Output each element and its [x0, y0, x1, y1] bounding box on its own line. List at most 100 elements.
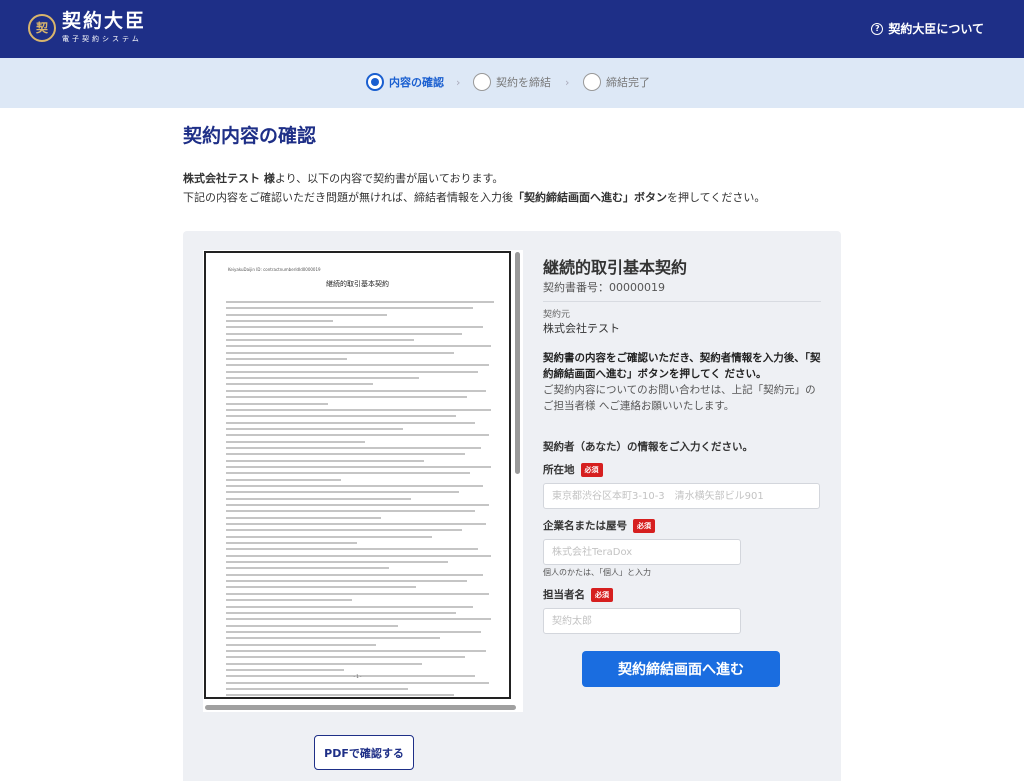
notice-text: 契約書の内容をご確認いただき、契約者情報を入力後、「契約締結画面へ進む」ボタンを…	[543, 350, 825, 414]
document-text-line	[226, 478, 342, 481]
document-text-line	[226, 326, 484, 329]
document-text-line	[226, 504, 489, 506]
document-text-line	[226, 313, 387, 316]
issuer-label: 契約元	[543, 310, 571, 320]
vertical-scrollbar[interactable]	[515, 252, 520, 474]
form-heading: 契約者（あなた）の情報をご入力ください。	[543, 441, 753, 453]
document-text-line	[226, 491, 460, 494]
step-radio-icon	[366, 73, 384, 91]
notice-bold: 契約書の内容をご確認いただき、契約者情報を入力後、「契約締結画面へ進む」ボタンを…	[543, 352, 821, 380]
document-text-line	[226, 415, 457, 418]
company-input[interactable]	[543, 539, 741, 565]
step-label: 内容の確認	[389, 76, 444, 89]
step-complete: 締結完了	[583, 73, 650, 91]
divider	[543, 301, 821, 302]
document-text-line	[226, 472, 470, 475]
document-text-line	[226, 459, 425, 462]
document-text-line	[226, 624, 398, 627]
document-text-line	[226, 611, 457, 614]
step-sign: 契約を締結	[473, 73, 551, 91]
document-text-line	[226, 567, 390, 570]
document-text-line	[226, 649, 486, 652]
document-text-line	[226, 465, 492, 468]
document-text-line	[226, 542, 358, 545]
document-text-line	[226, 510, 476, 513]
document-text-line	[226, 396, 468, 399]
proceed-to-sign-button[interactable]: 契約締結画面へ進む	[582, 651, 780, 687]
document-text-line	[226, 548, 478, 551]
notice-plain: ご契約内容についてのお問い合わせは、上記「契約元」のご担当者様 へご連絡お願いい…	[543, 384, 816, 412]
document-text-line	[226, 358, 347, 361]
intro-text: より、以下の内容で契約書が届いております。	[274, 172, 504, 185]
person-label-text: 担当者名	[543, 589, 585, 601]
document-text-line	[226, 554, 492, 557]
app-logo[interactable]: 契 契約大臣 電子契約システム	[28, 11, 146, 44]
required-badge: 必須	[580, 462, 603, 477]
document-text-line	[226, 687, 409, 690]
document-text-line	[226, 605, 473, 608]
document-text-line	[226, 656, 465, 659]
document-text-line	[226, 630, 481, 633]
document-text-line	[226, 377, 419, 380]
document-text-line	[226, 599, 352, 602]
document-text-line	[226, 383, 374, 386]
document-text-line	[226, 339, 414, 342]
document-text-line	[226, 307, 473, 310]
logo-subtitle: 電子契約システム	[62, 35, 142, 43]
chevron-right-icon: ›	[565, 76, 570, 89]
company-label-text: 企業名または屋号	[543, 520, 627, 532]
horizontal-scrollbar[interactable]	[205, 705, 516, 710]
document-text-line	[226, 427, 403, 430]
document-text-line	[226, 389, 486, 392]
document-text-line	[226, 301, 494, 303]
document-text-line	[226, 637, 441, 640]
document-text-line	[226, 421, 476, 424]
document-text-line	[226, 618, 492, 621]
document-text-line	[226, 535, 433, 538]
document-text-line	[226, 516, 382, 519]
about-link[interactable]: ? 契約大臣について	[871, 20, 984, 37]
address-label-text: 所在地	[543, 464, 575, 476]
document-text-line	[226, 484, 484, 487]
document-text-line	[226, 643, 377, 646]
document-text-line	[226, 332, 462, 335]
about-link-label: 契約大臣について	[888, 22, 984, 36]
intro-text: 下記の内容をご確認いただき問題が無ければ、締結者情報を入力後	[183, 191, 513, 204]
person-label: 担当者名 必須	[543, 587, 613, 602]
address-input[interactable]	[543, 483, 820, 509]
step-label: 契約を締結	[496, 76, 551, 89]
document-text-line	[226, 408, 492, 411]
chevron-right-icon: ›	[456, 76, 461, 89]
person-input[interactable]	[543, 608, 741, 634]
document-title: 継続的取引基本契約	[326, 280, 389, 288]
document-text-line	[226, 320, 334, 323]
intro-button-reference: 「契約締結画面へ進む」ボタン	[513, 191, 667, 204]
document-text-line	[226, 586, 417, 589]
logo-title: 契約大臣	[62, 10, 147, 32]
required-badge: 必須	[591, 587, 613, 602]
document-header: KeiyakuDaijin ID: contractnumberIdId0000…	[228, 267, 321, 272]
document-text-line	[226, 434, 489, 437]
document-text-line	[226, 580, 468, 583]
step-radio-icon	[473, 73, 491, 91]
step-radio-icon	[583, 73, 601, 91]
contract-title: 継続的取引基本契約	[543, 258, 688, 277]
document-text-line	[226, 497, 411, 500]
document-text-line	[226, 694, 454, 697]
sender-company: 株式会社テスト 様	[183, 172, 275, 185]
document-body	[226, 301, 494, 697]
document-text-line	[226, 345, 492, 348]
progress-steps: 内容の確認 › 契約を締結 › 締結完了	[0, 58, 1024, 108]
page-title: 契約内容の確認	[183, 125, 317, 147]
document-text-line	[226, 529, 462, 532]
document-text-line	[226, 402, 328, 405]
document-page: KeiyakuDaijin ID: contractnumberIdId0000…	[204, 251, 511, 699]
document-text-line	[226, 662, 422, 665]
intro-line-2: 下記の内容をご確認いただき問題が無ければ、締結者情報を入力後「契約締結画面へ進む…	[183, 189, 765, 205]
document-text-line	[226, 561, 449, 564]
intro-text: を押してください。	[667, 191, 766, 204]
document-text-line	[226, 453, 465, 456]
document-text-line	[226, 370, 478, 373]
view-pdf-button[interactable]: PDFで確認する	[314, 735, 414, 770]
document-text-line	[226, 446, 481, 449]
